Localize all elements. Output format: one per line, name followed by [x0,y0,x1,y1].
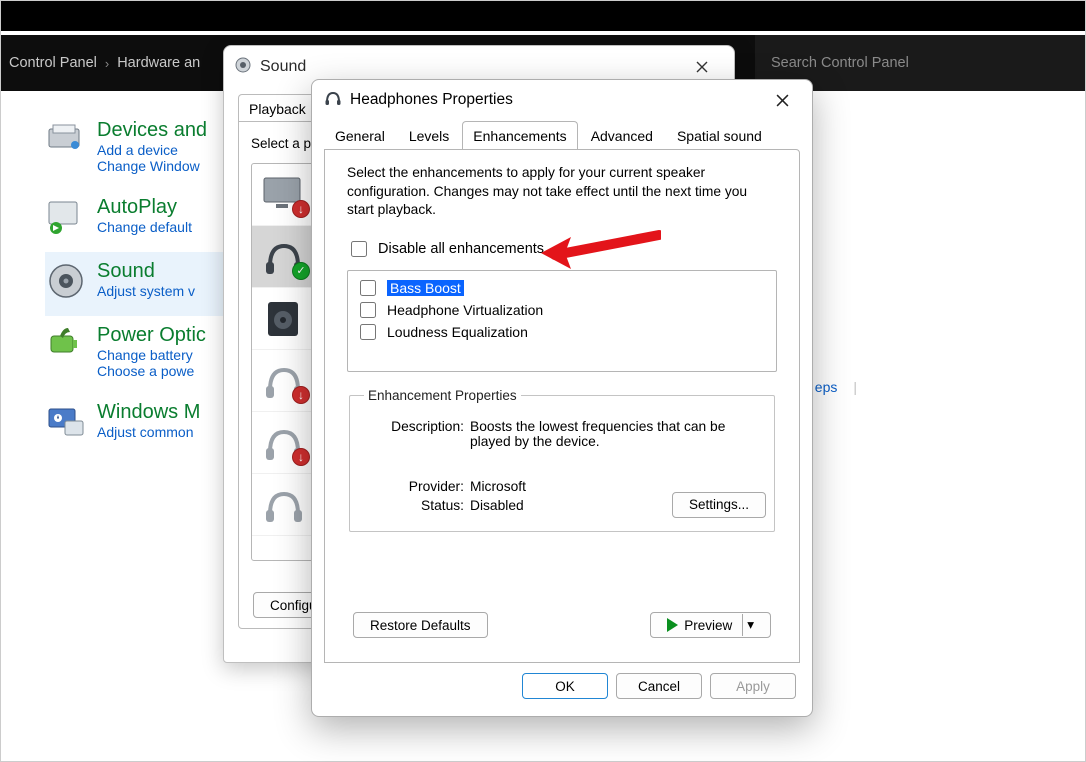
status-label: Status: [364,498,470,513]
preview-dropdown-icon[interactable]: ▾ [742,614,754,636]
chevron-right-icon[interactable]: › [101,56,113,71]
provider-label: Provider: [364,479,470,494]
headphone-virt-checkbox[interactable] [360,302,376,318]
description-label: Description: [364,419,470,449]
link-adjust-common[interactable]: Adjust common [97,424,200,440]
speaker-icon [45,260,87,302]
breadcrumb-hardware[interactable]: Hardware an [113,55,204,71]
battery-icon [45,324,87,366]
truncated-link[interactable]: eps| [815,379,857,395]
category-title: Power Optic [97,324,206,347]
mobility-center-icon [45,401,87,443]
devices-printer-icon [45,119,87,161]
properties-titlebar: Headphones Properties [312,80,812,120]
unavailable-badge-icon: ↓ [292,386,310,404]
enhancement-label: Loudness Equalization [387,324,528,340]
autoplay-icon [45,196,87,238]
enhancement-properties-group: Enhancement Properties Description: Boos… [349,388,775,532]
link-adjust-volume[interactable]: Adjust system v [97,283,195,299]
preview-button[interactable]: Preview ▾ [650,612,771,638]
tab-general[interactable]: General [324,121,396,150]
speaker-box-icon [260,298,308,340]
window-titlebar [1,1,1085,31]
tab-advanced[interactable]: Advanced [580,121,664,150]
breadcrumb-root[interactable]: Control Panel [5,55,101,71]
search-placeholder: Search Control Panel [771,55,909,71]
restore-defaults-button[interactable]: Restore Defaults [353,612,488,638]
description-value: Boosts the lowest frequencies that can b… [470,419,760,449]
group-legend: Enhancement Properties [364,388,521,403]
close-icon[interactable] [680,53,724,81]
unavailable-badge-icon: ↓ [292,200,310,218]
dialog-button-row: OK Cancel Apply [312,663,812,715]
enhancements-instruction: Select the enhancements to apply for you… [347,164,777,220]
apply-button[interactable]: Apply [710,673,796,699]
close-icon[interactable] [760,86,804,114]
sound-dialog-title: Sound [260,58,306,76]
tab-spatial-sound[interactable]: Spatial sound [666,121,773,150]
category-title: Windows M [97,401,200,424]
default-badge-icon: ✓ [292,262,310,280]
loudness-eq-checkbox[interactable] [360,324,376,340]
enhancement-label: Bass Boost [387,280,464,296]
headphones-icon: ✓ [260,236,308,278]
properties-title: Headphones Properties [350,91,513,109]
headphones-icon [260,484,308,526]
enhancement-loudness-equalization[interactable]: Loudness Equalization [356,321,768,343]
unavailable-badge-icon: ↓ [292,448,310,466]
link-change-windows[interactable]: Change Window [97,158,207,174]
tab-playback[interactable]: Playback [238,94,317,121]
link-change-battery[interactable]: Change battery [97,347,206,363]
category-title: Sound [97,260,195,283]
cancel-button[interactable]: Cancel [616,673,702,699]
tab-levels[interactable]: Levels [398,121,460,150]
enhancement-bass-boost[interactable]: Bass Boost [356,277,768,299]
enhancements-panel: Select the enhancements to apply for you… [324,149,800,663]
category-title: Devices and [97,119,207,142]
link-change-default[interactable]: Change default [97,219,192,235]
headphones-app-icon [324,89,342,112]
link-choose-power[interactable]: Choose a powe [97,363,206,379]
enhancement-label: Headphone Virtualization [387,302,543,318]
disable-all-input[interactable] [351,241,367,257]
link-add-device[interactable]: Add a device [97,142,207,158]
enhancements-list[interactable]: Bass Boost Headphone Virtualization Loud… [347,270,777,372]
properties-tabs: General Levels Enhancements Advanced Spa… [312,120,812,149]
enhancement-headphone-virtualization[interactable]: Headphone Virtualization [356,299,768,321]
ok-button[interactable]: OK [522,673,608,699]
bass-boost-checkbox[interactable] [360,280,376,296]
sound-app-icon [234,56,252,79]
play-icon [667,618,678,632]
disable-all-label: Disable all enhancements [378,241,544,257]
disable-all-checkbox[interactable]: Disable all enhancements [347,238,777,260]
settings-button[interactable]: Settings... [672,492,766,518]
tab-enhancements[interactable]: Enhancements [462,121,577,150]
preview-label: Preview [684,618,732,633]
category-title: AutoPlay [97,196,192,219]
monitor-icon: ↓ [260,174,308,216]
headphones-icon: ↓ [260,360,308,402]
headphones-properties-dialog: Headphones Properties General Levels Enh… [311,79,813,717]
headphones-icon: ↓ [260,422,308,464]
